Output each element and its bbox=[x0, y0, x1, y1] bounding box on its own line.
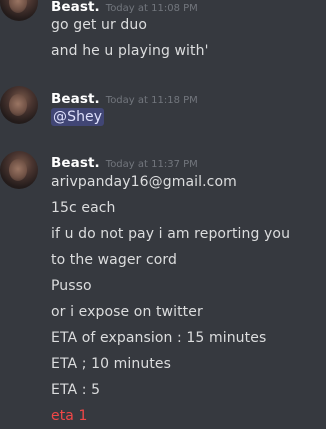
author-name[interactable]: Beast. bbox=[51, 0, 100, 15]
message-line: eta 1 bbox=[51, 408, 88, 424]
message-line: @Shey bbox=[51, 108, 105, 126]
timestamp: Today at 11:08 PM bbox=[105, 3, 198, 14]
avatar[interactable] bbox=[0, 151, 38, 189]
author-name[interactable]: Beast. bbox=[51, 155, 100, 171]
message-header: Beast. Today at 11:18 PM bbox=[51, 88, 198, 107]
avatar[interactable] bbox=[0, 86, 38, 124]
message-line: or i expose on twitter bbox=[51, 304, 203, 320]
message-header: Beast. Today at 11:08 PM bbox=[51, 0, 198, 15]
message-line: ETA : 5 bbox=[51, 382, 101, 398]
message-line: and he u playing with' bbox=[51, 43, 209, 59]
timestamp: Today at 11:37 PM bbox=[105, 159, 198, 170]
timestamp: Today at 11:18 PM bbox=[105, 95, 198, 106]
author-name[interactable]: Beast. bbox=[51, 91, 100, 107]
message-line: arivpanday16@gmail.com bbox=[51, 174, 237, 190]
message-line: to the wager cord bbox=[51, 252, 178, 268]
message-line: ETA ; 10 minutes bbox=[51, 356, 172, 372]
message-line: 15c each bbox=[51, 200, 116, 216]
message-header: Beast. Today at 11:37 PM bbox=[51, 152, 198, 171]
message-line: Pusso bbox=[51, 278, 92, 294]
message-line: if u do not pay i am reporting you bbox=[51, 226, 291, 242]
message-line: ETA of expansion : 15 minutes bbox=[51, 330, 267, 346]
message-line: go get ur duo bbox=[51, 17, 148, 33]
avatar[interactable] bbox=[0, 0, 38, 21]
user-mention[interactable]: @Shey bbox=[51, 108, 105, 126]
